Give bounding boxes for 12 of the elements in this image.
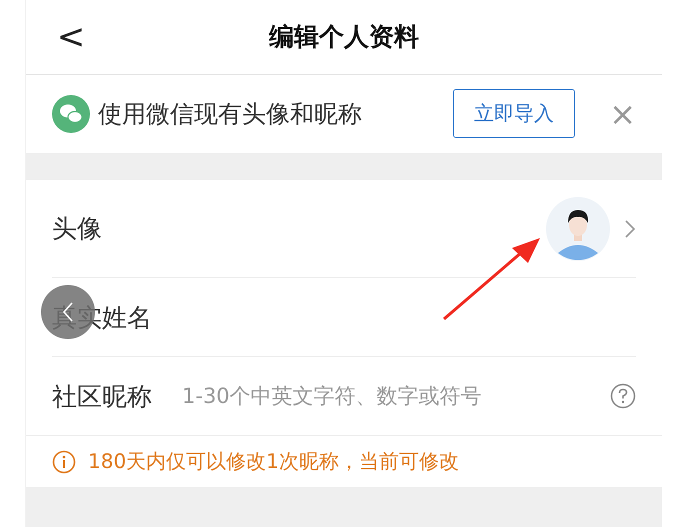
row-label: 社区昵称 bbox=[52, 380, 152, 413]
row-label: 头像 bbox=[52, 213, 103, 246]
chevron-right-icon[interactable] bbox=[624, 218, 636, 239]
info-icon bbox=[52, 450, 76, 474]
notice-text: 180天内仅可以修改1次昵称，当前可修改 bbox=[88, 448, 459, 476]
banner-text: 使用微信现有头像和昵称 bbox=[98, 98, 363, 130]
chat-icon bbox=[52, 94, 90, 133]
page-title: 编辑个人资料 bbox=[269, 21, 419, 54]
import-button[interactable]: 立即导入 bbox=[453, 89, 576, 138]
avatar-icon[interactable] bbox=[546, 196, 610, 261]
help-icon[interactable] bbox=[610, 383, 636, 410]
back-button[interactable]: < bbox=[56, 20, 86, 54]
